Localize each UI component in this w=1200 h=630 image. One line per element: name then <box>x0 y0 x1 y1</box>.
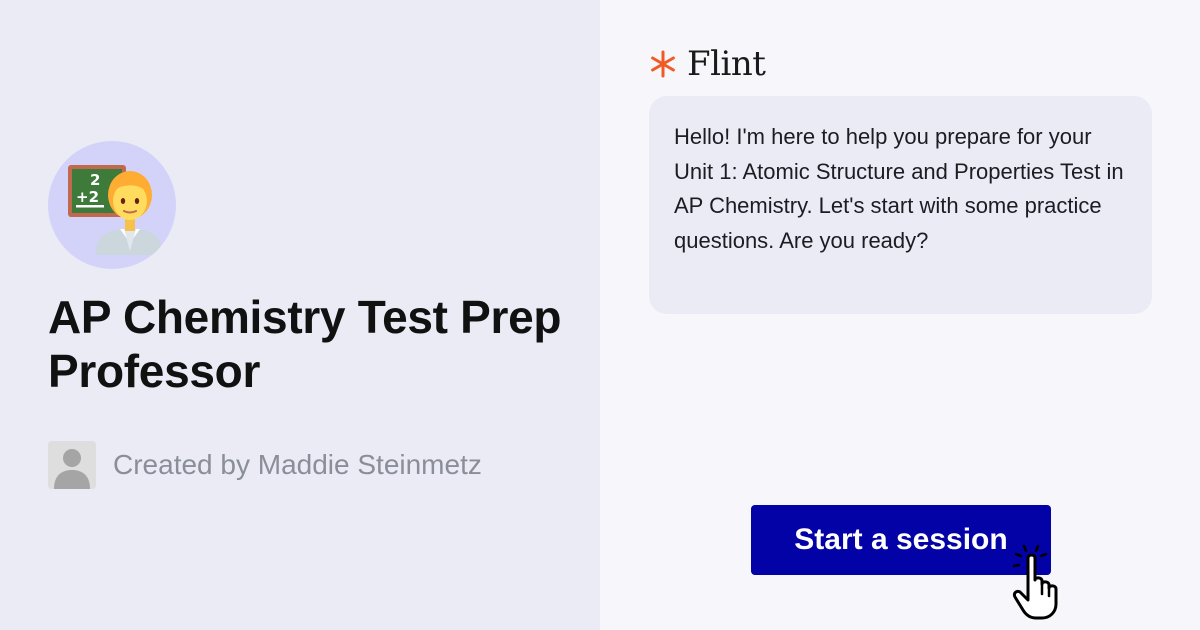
user-silhouette-icon <box>48 441 96 489</box>
svg-text:+2: +2 <box>76 188 99 206</box>
svg-text:2: 2 <box>90 171 100 189</box>
chat-message: Hello! I'm here to help you prepare for … <box>674 124 1124 253</box>
asterisk-logo-icon <box>651 50 675 78</box>
agent-avatar: 2 +2 <box>48 141 176 269</box>
brand-logo: Flint <box>648 44 766 84</box>
creator-avatar <box>48 441 96 489</box>
left-panel: 2 +2 AP Chemistry Test Prep Professor Cr… <box>0 0 600 630</box>
creator-info: Created by Maddie Steinmetz <box>48 441 482 489</box>
creator-text: Created by Maddie Steinmetz <box>113 449 482 480</box>
teacher-emoji-icon: 2 +2 <box>68 165 162 255</box>
hand-pointer-icon <box>1012 544 1058 620</box>
agent-title: AP Chemistry Test Prep Professor <box>48 291 562 397</box>
brand-name: Flint <box>687 44 766 84</box>
chat-bubble: Hello! I'm here to help you prepare for … <box>649 96 1152 314</box>
